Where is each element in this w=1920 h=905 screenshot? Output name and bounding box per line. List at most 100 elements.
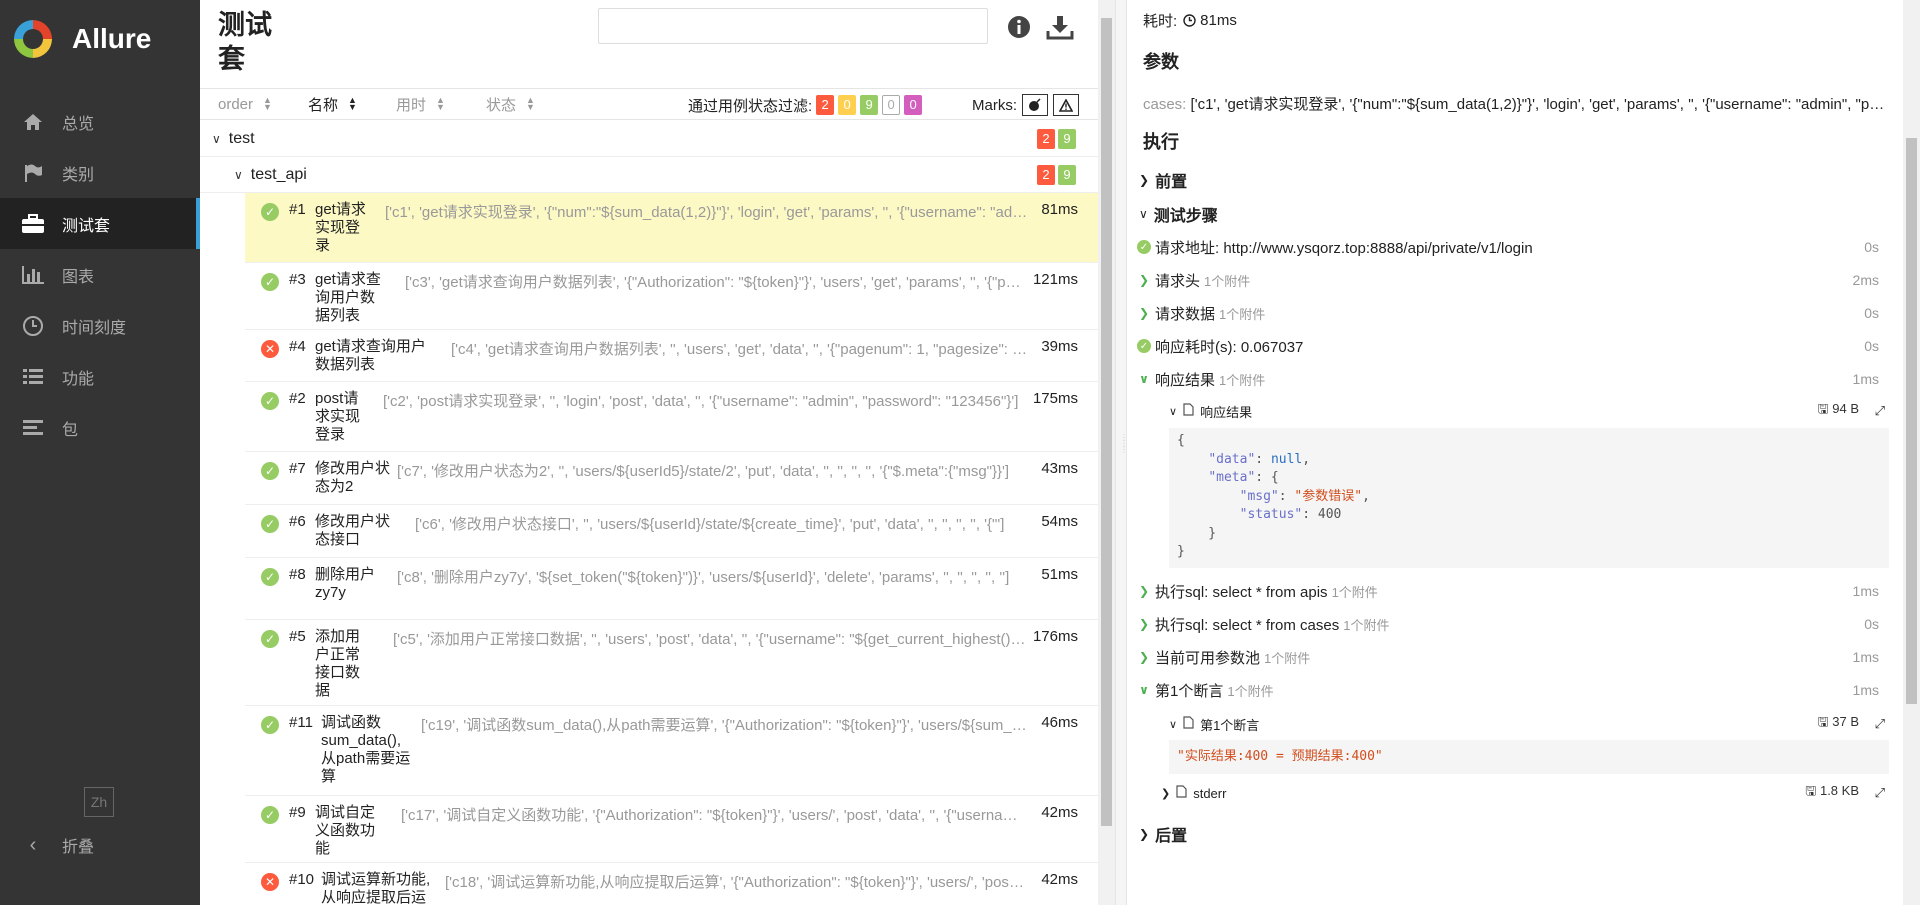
passed-status-icon: ✓ (261, 515, 279, 533)
filter-passed-toggle[interactable]: 9 (860, 95, 879, 115)
setup-section[interactable]: ❯ 前置 (1139, 168, 1187, 192)
sidebar-item-graphs[interactable]: 图表 (0, 249, 200, 300)
info-icon[interactable] (1006, 14, 1032, 40)
sort-bar: order ▲ ▼ 名称 ▲ ▼ 用时 ▲ ▼ 状态 ▲ ▼ 通过用例状态过滤: 2 0… (200, 88, 1098, 120)
test-case-row[interactable]: ✓ #5 添加用户正常接口数据 ['c5', '添加用户正常接口数据', '', 'u… (245, 620, 1098, 706)
attachment-response[interactable]: ∨ 响应结果 🖫 94 B ⤢ (1169, 398, 1889, 424)
page-title: 测试套 (218, 10, 272, 74)
collapse-label: 折叠 (62, 839, 95, 856)
expand-icon[interactable]: ⤢ (1875, 403, 1885, 419)
attachment-assertion[interactable]: ∨ 第1个断言 🖫 37 B ⤢ (1169, 711, 1889, 737)
left-scrollbar[interactable] (1098, 0, 1115, 905)
json-key: "status" (1239, 507, 1303, 522)
collapse-button[interactable]: ‹ 折叠 (20, 830, 94, 860)
step-label: 执行sql: select * from cases (1155, 616, 1340, 634)
case-params: ['c7', '修改用户状态为2', '', 'users/${userId5}… (397, 463, 1010, 480)
search-input[interactable] (598, 8, 988, 44)
warning-triangle-icon[interactable] (1053, 94, 1079, 116)
sort-status[interactable]: 状态 ▲ ▼ (486, 94, 576, 115)
test-step[interactable]: ❯ 执行sql: select * from cases 1个附件 0s (1137, 609, 1889, 639)
sidebar-nav: 总览 类别 测试套 图表 时间刻度 功能 包 (0, 96, 200, 453)
case-name: 修改用户状态接口 (315, 513, 391, 548)
flag-icon (20, 161, 46, 185)
test-step[interactable]: ❯ 请求数据 1个附件 0s (1137, 298, 1889, 328)
chevron-right-icon: ❯ (1138, 273, 1150, 287)
test-case-row[interactable]: ✓ #2 post请求实现登录 ['c2', 'post请求实现登录', '', 'l… (245, 382, 1098, 452)
filter-broken-toggle[interactable]: 0 (838, 95, 857, 115)
setup-label: 前置 (1155, 174, 1188, 191)
chevron-down-icon: ∨ (212, 131, 221, 146)
pane-splitter[interactable]: ⋮ ⋮ ⋮ (1115, 0, 1128, 905)
case-params: ['c6', '修改用户状态接口', '', 'users/${userId}/… (415, 516, 1005, 533)
filter-unknown-toggle[interactable]: 0 (904, 95, 923, 115)
flaky-bomb-icon[interactable] (1022, 94, 1048, 116)
sort-name[interactable]: 名称 ▲ ▼ (308, 94, 396, 115)
group-name: test_api (250, 165, 307, 183)
case-name: 调试运算新功能,从响应提取后运算 (321, 871, 431, 905)
test-case-row[interactable]: ✓ #3 get请求查询用户数据列表 ['c3', 'get请求查询用户数据列表', … (245, 263, 1098, 330)
sidebar-item-packages[interactable]: 包 (0, 402, 200, 453)
scroll-thumb[interactable] (1101, 18, 1112, 826)
test-case-row[interactable]: ✓ #8 删除用户zy7y ['c8', '删除用户zy7y', '${set_tok… (245, 558, 1098, 620)
sidebar-item-behaviors[interactable]: 功能 (0, 351, 200, 402)
case-params: ['c5', '添加用户正常接口数据', '', 'users', 'post'… (393, 631, 1028, 648)
test-step[interactable]: ❯ 请求头 1个附件 2ms (1137, 265, 1889, 295)
test-step[interactable]: ∨ 第1个断言 1个附件 1ms (1137, 675, 1889, 705)
teardown-label: 后置 (1155, 828, 1188, 845)
test-case-row[interactable]: ✓ #11 调试函数sum_data(),从path需要运算 ['c19', '调试函… (245, 706, 1098, 796)
test-case-row[interactable]: ✕ #10 调试运算新功能,从响应提取后运算 ['c18', '调试运算新功能,从响应… (245, 863, 1098, 905)
test-step[interactable]: ✓ 响应耗时(s): 0.067037 0s (1137, 331, 1889, 361)
attachment-stderr[interactable]: ❯ stderr 🖫 1.8 KB ⤢ (1161, 780, 1889, 806)
test-case-row[interactable]: ✓ #6 修改用户状态接口 ['c6', '修改用户状态接口', '', 'users… (245, 505, 1098, 558)
passed-status-icon: ✓ (1137, 339, 1151, 353)
tree-group-test[interactable]: ∨ test 2 9 (200, 121, 1098, 157)
brand[interactable]: Allure (0, 0, 200, 78)
sort-order[interactable]: order ▲ ▼ (218, 96, 308, 113)
test-step[interactable]: ❯ 当前可用参数池 1个附件 1ms (1137, 642, 1889, 672)
test-case-row[interactable]: ✓ #1 get请求实现登录 ['c1', 'get请求实现登录', '{"num":… (245, 193, 1098, 263)
sidebar-item-suites[interactable]: 测试套 (0, 198, 200, 249)
chevron-right-icon: ❯ (1138, 306, 1150, 320)
right-scrollbar[interactable] (1903, 0, 1920, 905)
test-case-row[interactable]: ✓ #9 调试自定义函数功能 ['c17', '调试自定义函数功能', '{"Auth… (245, 796, 1098, 863)
attachment-size-value: 94 B (1832, 401, 1859, 416)
test-steps-section[interactable]: ∨ 测试步骤 (1139, 202, 1218, 226)
attachment-size: 🖫 94 B (1818, 400, 1859, 422)
duration-label: 耗时: (1143, 13, 1178, 30)
expand-icon[interactable]: ⤢ (1875, 716, 1885, 732)
sidebar-item-timeline[interactable]: 时间刻度 (0, 300, 200, 351)
json-key: "meta" (1208, 470, 1256, 485)
test-step[interactable]: ✓ 请求地址: http://www.ysqorz.top:8888/api/pr… (1137, 232, 1889, 262)
execution-title: 执行 (1143, 132, 1179, 152)
filter-failed-toggle[interactable]: 2 (816, 95, 835, 115)
scroll-thumb[interactable] (1906, 138, 1917, 704)
case-duration: 175ms (1032, 390, 1078, 407)
passed-status-icon: ✓ (261, 568, 279, 586)
case-params: ['c19', '调试函数sum_data(),从path需要运算', '{"A… (421, 717, 1028, 734)
case-name: get请求实现登录 (315, 201, 366, 254)
passed-status-icon: ✓ (261, 806, 279, 824)
sidebar-item-categories[interactable]: 类别 (0, 147, 200, 198)
expand-icon[interactable]: ⤢ (1875, 785, 1885, 801)
download-icon[interactable] (1046, 14, 1074, 40)
test-case-row[interactable]: ✓ #7 修改用户状态为2 ['c7', '修改用户状态为2', '', 'users… (245, 452, 1098, 505)
chevron-down-icon: ∨ (1139, 207, 1148, 221)
duration-line: 耗时: 81ms (1143, 10, 1237, 31)
language-switch[interactable]: Zh (84, 787, 114, 817)
params-line: cases: ['c1', 'get请求实现登录', '{"num":"${su… (1143, 93, 1885, 114)
case-duration: 176ms (1032, 628, 1078, 645)
test-case-row[interactable]: ✕ #4 get请求查询用户数据列表 ['c4', 'get请求查询用户数据列表', … (245, 330, 1098, 382)
test-step[interactable]: ❯ 执行sql: select * from apis 1个附件 1ms (1137, 576, 1889, 606)
step-label: 响应结果 (1155, 371, 1216, 389)
sort-duration[interactable]: 用时 ▲ ▼ (396, 94, 486, 115)
param-key: cases: (1143, 96, 1187, 113)
case-number: #6 (289, 513, 306, 530)
passed-count-badge: 9 (1058, 165, 1076, 185)
test-step[interactable]: ∨ 响应结果 1个附件 1ms (1137, 364, 1889, 394)
response-json-block: { "data": null, "meta": { "msg": "参数错误",… (1169, 428, 1889, 568)
marks-label: Marks: (972, 96, 1017, 114)
tree-group-test-api[interactable]: ∨ test_api 2 9 (200, 157, 1098, 193)
sidebar-item-overview[interactable]: 总览 (0, 96, 200, 147)
teardown-section[interactable]: ❯ 后置 (1139, 822, 1187, 846)
filter-skipped-toggle[interactable]: 0 (882, 95, 901, 115)
